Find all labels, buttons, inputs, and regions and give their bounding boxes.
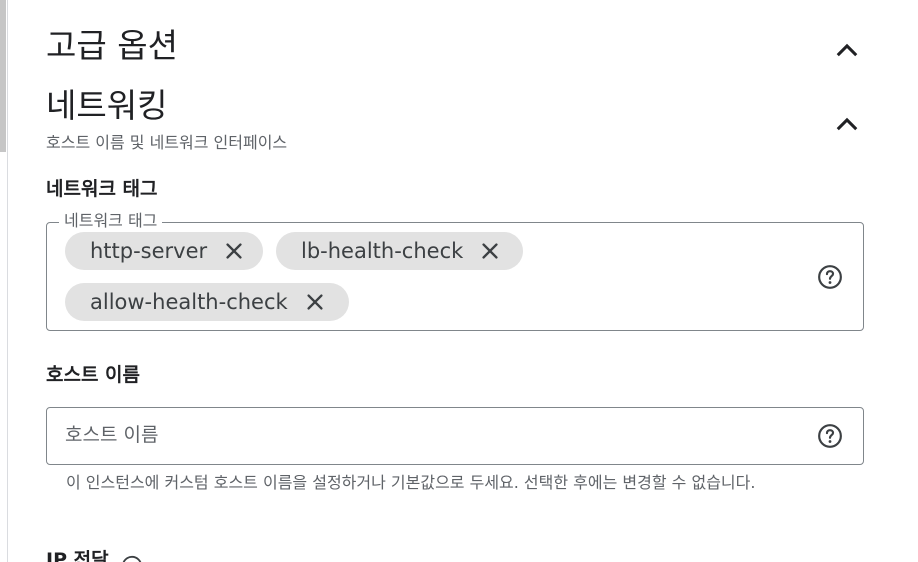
hostname-placeholder: 호스트 이름 bbox=[65, 424, 159, 446]
page: 고급 옵션 네트워킹 호스트 이름 및 네트워크 인터페이스 네트워크 태그 네… bbox=[0, 0, 918, 562]
help-circle-icon[interactable] bbox=[121, 555, 143, 562]
hostname-input[interactable]: 호스트 이름 bbox=[46, 407, 864, 465]
scrollbar-thumb[interactable] bbox=[0, 0, 6, 152]
close-icon[interactable] bbox=[223, 240, 245, 262]
network-tags-label: 네트워크 태그 bbox=[46, 178, 158, 200]
network-tags-field[interactable]: 네트워크 태그 http-server lb-health-check allo… bbox=[46, 210, 864, 331]
advanced-options-title: 고급 옵션 bbox=[46, 26, 178, 65]
close-icon[interactable] bbox=[304, 291, 326, 313]
chip-label: allow-health-check bbox=[90, 290, 288, 314]
help-circle-icon[interactable] bbox=[817, 264, 843, 290]
network-tags-legend: 네트워크 태그 bbox=[59, 210, 163, 232]
tag-chip: lb-health-check bbox=[276, 232, 523, 270]
chevron-up-icon[interactable] bbox=[833, 110, 861, 138]
chip-label: lb-health-check bbox=[301, 239, 464, 263]
ip-forwarding-label: IP 전달 bbox=[46, 549, 109, 562]
close-icon[interactable] bbox=[479, 240, 501, 262]
tag-chip: http-server bbox=[65, 232, 263, 270]
tag-chip: allow-health-check bbox=[65, 283, 349, 321]
help-circle-icon[interactable] bbox=[817, 423, 843, 449]
hostname-label: 호스트 이름 bbox=[46, 364, 141, 386]
chip-label: http-server bbox=[90, 239, 208, 263]
hostname-helper-text: 이 인스턴스에 커스텀 호스트 이름을 설정하거나 기본값으로 두세요. 선택한… bbox=[66, 473, 756, 492]
divider bbox=[7, 0, 8, 562]
chevron-up-icon[interactable] bbox=[833, 36, 861, 64]
networking-description: 호스트 이름 및 네트워크 인터페이스 bbox=[46, 133, 288, 152]
networking-title: 네트워킹 bbox=[46, 86, 168, 125]
